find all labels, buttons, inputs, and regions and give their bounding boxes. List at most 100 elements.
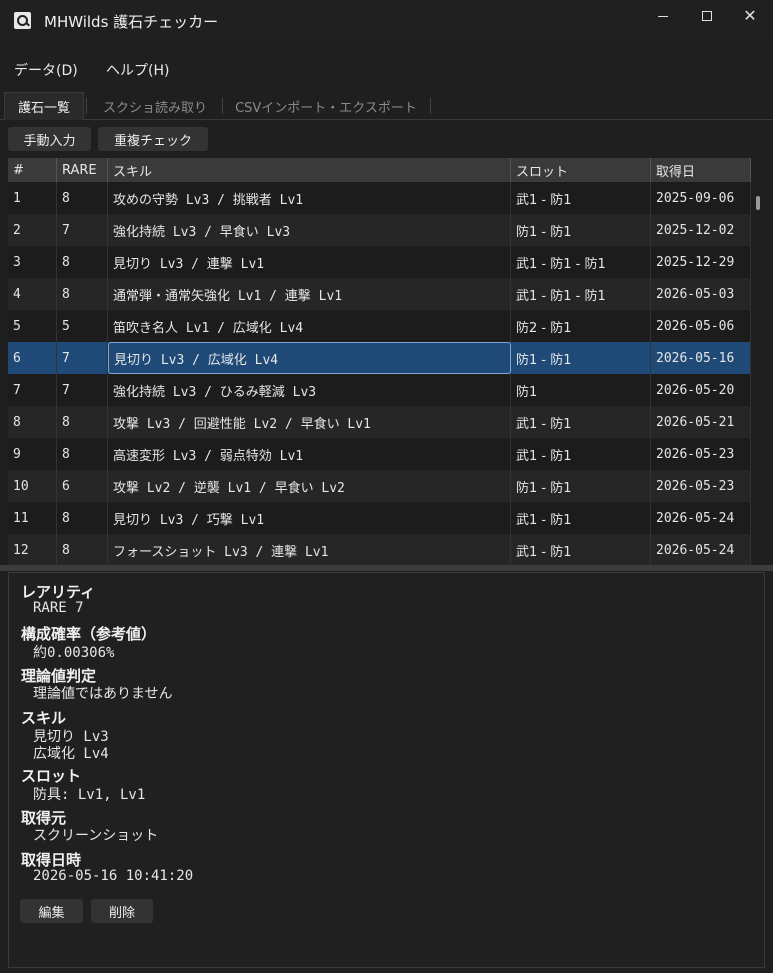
table-row[interactable]: 1 8 攻めの守勢 Lv3 / 挑戦者 Lv1 武1 - 防1 2025-09-06 xyxy=(8,182,751,214)
close-button[interactable]: ✕ xyxy=(727,0,773,32)
column-header-rare[interactable]: RARE xyxy=(57,158,108,182)
row-skill: 高速変形 Lv3 / 弱点特効 Lv1 xyxy=(108,438,511,470)
row-rare: 8 xyxy=(57,246,108,278)
slot-value: 防具: Lv1, Lv1 xyxy=(33,787,146,803)
row-slot: 防1 - 防1 xyxy=(511,470,651,502)
menu-bar: データ(D) ヘルプ(H) xyxy=(0,56,773,82)
tab-separator xyxy=(430,98,431,114)
row-date: 2025-12-29 xyxy=(651,246,751,278)
row-slot: 武1 - 防1 xyxy=(511,534,651,566)
row-rare: 6 xyxy=(57,470,108,502)
table-row[interactable]: 5 5 笛吹き名人 Lv1 / 広域化 Lv4 防2 - 防1 2026-05-06 xyxy=(8,310,751,342)
row-skill: 強化持続 Lv3 / 早食い Lv3 xyxy=(108,214,511,246)
row-number: 9 xyxy=(8,438,57,470)
row-number: 12 xyxy=(8,534,57,566)
row-skill: 強化持続 Lv3 / ひるみ軽減 Lv3 xyxy=(108,374,511,406)
row-skill: 通常弾・通常矢強化 Lv1 / 連撃 Lv1 xyxy=(108,278,511,310)
row-slot: 武1 - 防1 xyxy=(511,406,651,438)
row-date: 2026-05-23 xyxy=(651,470,751,502)
row-number: 5 xyxy=(8,310,57,342)
table-row[interactable]: 11 8 見切り Lv3 / 巧撃 Lv1 武1 - 防1 2026-05-24 xyxy=(8,502,751,534)
window-title: MHWilds 護石チェッカー xyxy=(44,13,219,31)
menu-help[interactable]: ヘルプ(H) xyxy=(106,60,169,80)
row-rare: 5 xyxy=(57,310,108,342)
row-slot: 武1 - 防1 - 防1 xyxy=(511,278,651,310)
row-number: 6 xyxy=(8,342,57,374)
row-rare: 8 xyxy=(57,502,108,534)
magnifier-app-icon xyxy=(14,12,31,29)
row-number: 2 xyxy=(8,214,57,246)
tab-screenshot-read[interactable]: スクショ読み取り xyxy=(90,92,220,120)
delete-button[interactable]: 削除 xyxy=(91,899,153,923)
menu-data[interactable]: データ(D) xyxy=(14,60,78,80)
tab-separator xyxy=(86,98,87,114)
row-rare: 7 xyxy=(57,342,108,374)
maximize-icon xyxy=(702,11,712,21)
tab-talisman-list[interactable]: 護石一覧 xyxy=(4,92,84,120)
table-row[interactable]: 2 7 強化持続 Lv3 / 早食い Lv3 防1 - 防1 2025-12-02 xyxy=(8,214,751,246)
table-row[interactable]: 9 8 高速変形 Lv3 / 弱点特効 Lv1 武1 - 防1 2026-05-23 xyxy=(8,438,751,470)
row-number: 10 xyxy=(8,470,57,502)
table-row[interactable]: 12 8 フォースショット Lv3 / 連撃 Lv1 武1 - 防1 2026-05-2… xyxy=(8,534,751,566)
row-slot: 防1 - 防1 xyxy=(511,214,651,246)
row-date: 2026-05-06 xyxy=(651,310,751,342)
row-rare: 8 xyxy=(57,406,108,438)
skill-value-2: 広域化 Lv4 xyxy=(33,746,109,762)
minimize-icon xyxy=(658,15,668,17)
row-date: 2026-05-21 xyxy=(651,406,751,438)
minimize-button[interactable] xyxy=(640,0,686,32)
row-date: 2026-05-20 xyxy=(651,374,751,406)
row-slot: 武1 - 防1 xyxy=(511,502,651,534)
row-rare: 8 xyxy=(57,534,108,566)
row-slot: 武1 - 防1 - 防1 xyxy=(511,246,651,278)
column-header-date[interactable]: 取得日 xyxy=(651,158,751,182)
close-icon: ✕ xyxy=(743,6,757,25)
table-row[interactable]: 7 7 強化持続 Lv3 / ひるみ軽減 Lv3 防1 2026-05-20 xyxy=(8,374,751,406)
row-rare: 8 xyxy=(57,278,108,310)
panel-splitter[interactable] xyxy=(0,565,773,571)
rarity-value: RARE 7 xyxy=(33,600,84,616)
theory-value: 理論値ではありません xyxy=(33,686,173,702)
table-scrollbar[interactable] xyxy=(756,196,760,210)
row-skill: 笛吹き名人 Lv1 / 広域化 Lv4 xyxy=(108,310,511,342)
rarity-label: レアリティ xyxy=(21,583,96,601)
maximize-button[interactable] xyxy=(684,0,730,32)
row-date: 2026-05-03 xyxy=(651,278,751,310)
row-rare: 7 xyxy=(57,374,108,406)
row-number: 1 xyxy=(8,182,57,214)
table-row[interactable]: 3 8 見切り Lv3 / 連撃 Lv1 武1 - 防1 - 防1 2025-12-29 xyxy=(8,246,751,278)
detail-panel: レアリティ RARE 7 構成確率（参考値） 約0.00306% 理論値判定 理… xyxy=(8,572,765,968)
row-rare: 8 xyxy=(57,438,108,470)
table-row[interactable]: 8 8 攻撃 Lv3 / 回避性能 Lv2 / 早食い Lv1 武1 - 防1 2026… xyxy=(8,406,751,438)
row-number: 4 xyxy=(8,278,57,310)
duplicate-check-button[interactable]: 重複チェック xyxy=(98,127,208,151)
table-row[interactable]: 4 8 通常弾・通常矢強化 Lv1 / 連撃 Lv1 武1 - 防1 - 防1 2026… xyxy=(8,278,751,310)
datetime-value: 2026-05-16 10:41:20 xyxy=(33,868,194,884)
row-number: 8 xyxy=(8,406,57,438)
table-row[interactable]: 6 7 見切り Lv3 / 広域化 Lv4 防1 - 防1 2026-05-16 xyxy=(8,342,751,374)
table-row[interactable]: 10 6 攻撃 Lv2 / 逆襲 Lv1 / 早食い Lv2 防1 - 防1 2026-… xyxy=(8,470,751,502)
row-slot: 武1 - 防1 xyxy=(511,182,651,214)
row-skill: 攻撃 Lv2 / 逆襲 Lv1 / 早食い Lv2 xyxy=(108,470,511,502)
table-body: 1 8 攻めの守勢 Lv3 / 挑戦者 Lv1 武1 - 防1 2025-09-06 2 7… xyxy=(8,182,751,566)
row-date: 2026-05-24 xyxy=(651,534,751,566)
row-skill: 攻めの守勢 Lv3 / 挑戦者 Lv1 xyxy=(108,182,511,214)
row-rare: 8 xyxy=(57,182,108,214)
row-skill: 見切り Lv3 / 連撃 Lv1 xyxy=(108,246,511,278)
row-skill: 見切り Lv3 / 広域化 Lv4 xyxy=(108,342,511,374)
tab-bar: 護石一覧 スクショ読み取り CSVインポート・エクスポート xyxy=(0,92,773,120)
manual-input-button[interactable]: 手動入力 xyxy=(8,127,91,151)
row-skill: 攻撃 Lv3 / 回避性能 Lv2 / 早食い Lv1 xyxy=(108,406,511,438)
column-header-number[interactable]: # xyxy=(8,158,57,182)
row-slot: 防1 - 防1 xyxy=(511,342,651,374)
row-date: 2026-05-23 xyxy=(651,438,751,470)
tab-csv-import-export[interactable]: CSVインポート・エクスポート xyxy=(226,92,426,120)
slot-label: スロット xyxy=(21,767,82,785)
edit-button[interactable]: 編集 xyxy=(20,899,83,923)
column-header-slot[interactable]: スロット xyxy=(511,158,651,182)
probability-label: 構成確率（参考値） xyxy=(21,625,157,643)
skill-label: スキル xyxy=(21,709,67,727)
row-number: 11 xyxy=(8,502,57,534)
source-value: スクリーンショット xyxy=(33,828,159,844)
column-header-skill[interactable]: スキル xyxy=(108,158,511,182)
